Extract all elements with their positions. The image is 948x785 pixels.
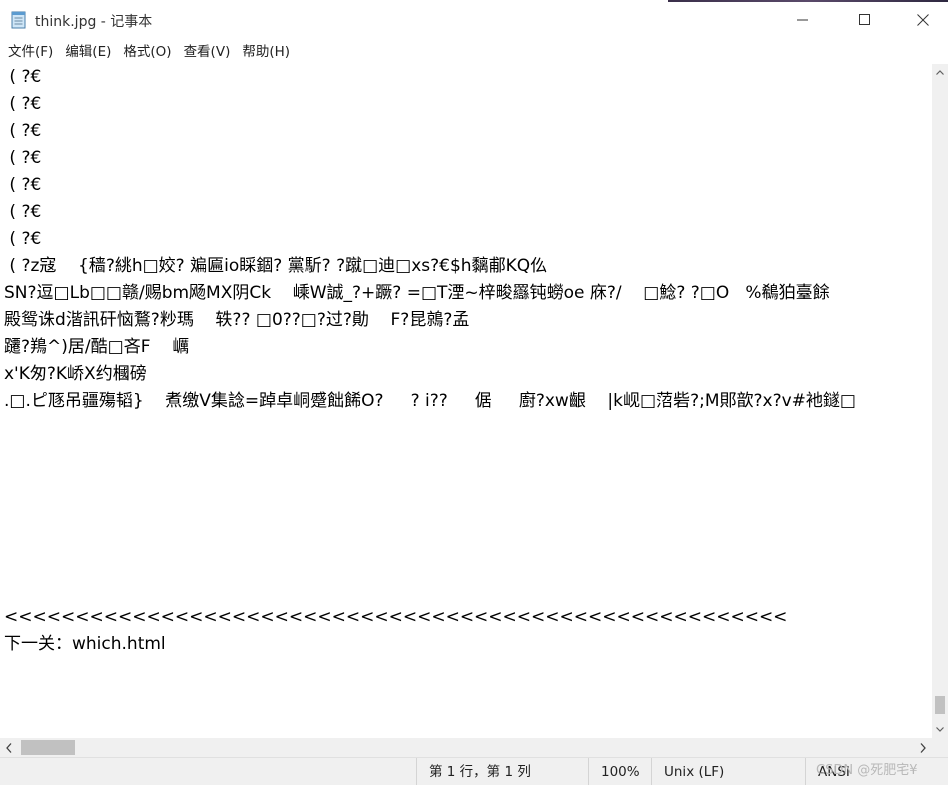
text-line: ( ?€ [4, 229, 42, 249]
text-line: ( ?z寇 {穑?絩h□姣? 斒匾io睬錮? 黨馸? ?蹴□迪□xs?€$h黐郙… [4, 256, 548, 276]
text-line: ( ?€ [4, 202, 42, 222]
scroll-up-button[interactable] [932, 64, 948, 81]
text-line: ( ?€ [4, 175, 42, 195]
text-line: .□.ピ豗吊疆殤韬} 煮缴V集諗=踔卓峒蹙飿餙O? ? i?? 倨 廚?xw齦 … [4, 391, 856, 411]
text-line: x'K匆?K峤X约槶磅 [4, 364, 147, 384]
minimize-button[interactable] [774, 0, 832, 40]
menu-format[interactable]: 格式(O) [117, 40, 177, 64]
minimize-icon [797, 19, 808, 21]
horizontal-scroll-thumb[interactable] [21, 740, 75, 755]
close-icon [917, 14, 929, 26]
chevron-up-icon [936, 70, 944, 75]
text-editor[interactable]: ( ?€ ( ?€ ( ?€ ( ?€ ( ?€ ( ?€ ( ?€ ( ?z寇… [0, 64, 932, 738]
text-line: 躚?鴹^)居/酷□吝F 巁 [4, 337, 190, 357]
cursor-position: 第 1 行，第 1 列 [416, 758, 588, 785]
menu-bar: 文件(F) 编辑(E) 格式(O) 查看(V) 帮助(H) [0, 40, 948, 64]
vertical-scroll-thumb[interactable] [935, 696, 945, 714]
text-line: ( ?€ [4, 148, 42, 168]
chevron-right-icon [920, 742, 926, 753]
text-line: ( ?€ [4, 67, 42, 87]
zoom-level: 100% [588, 758, 651, 785]
scroll-left-button[interactable] [0, 738, 18, 757]
title-bar[interactable]: think.jpg - 记事本 [0, 0, 948, 40]
maximize-icon [859, 14, 870, 25]
menu-file[interactable]: 文件(F) [2, 40, 59, 64]
text-line: SN?逗□Lb□□赣/赐bm飏MX阴Ck 嵊W誠_?+蹶? =□T湮~梓畯羉钝蟧… [4, 283, 830, 303]
line-ending: Unix (LF) [651, 758, 805, 785]
menu-help[interactable]: 帮助(H) [236, 40, 296, 64]
scroll-right-button[interactable] [914, 738, 932, 757]
scrollbar-corner [932, 738, 948, 757]
maximize-button[interactable] [836, 0, 894, 40]
horizontal-scrollbar[interactable] [0, 738, 932, 757]
status-bar: 第 1 行，第 1 列 100% Unix (LF) ANSI [0, 757, 948, 785]
text-line: 殿鸳诛d湝訊矸恼鶩?粆瑪 轶?? □0??□?过?勛 F?昆鶁?孟 [4, 310, 470, 330]
notepad-icon [11, 11, 26, 29]
watermark: CSDN @死肥宅¥ [816, 763, 918, 778]
menu-edit[interactable]: 编辑(E) [59, 40, 117, 64]
text-line: ( ?€ [4, 94, 42, 114]
text-line: <<<<<<<<<<<<<<<<<<<<<<<<<<<<<<<<<<<<<<<<… [4, 607, 788, 627]
scroll-down-button[interactable] [932, 721, 948, 738]
menu-view[interactable]: 查看(V) [178, 40, 237, 64]
text-line: 下一关：which.html [4, 634, 166, 654]
chevron-down-icon [936, 727, 944, 732]
vertical-scrollbar[interactable] [932, 64, 948, 738]
chevron-left-icon [6, 742, 12, 753]
text-line: ( ?€ [4, 121, 42, 141]
close-button[interactable] [894, 0, 948, 40]
window-title: think.jpg - 记事本 [35, 14, 153, 30]
